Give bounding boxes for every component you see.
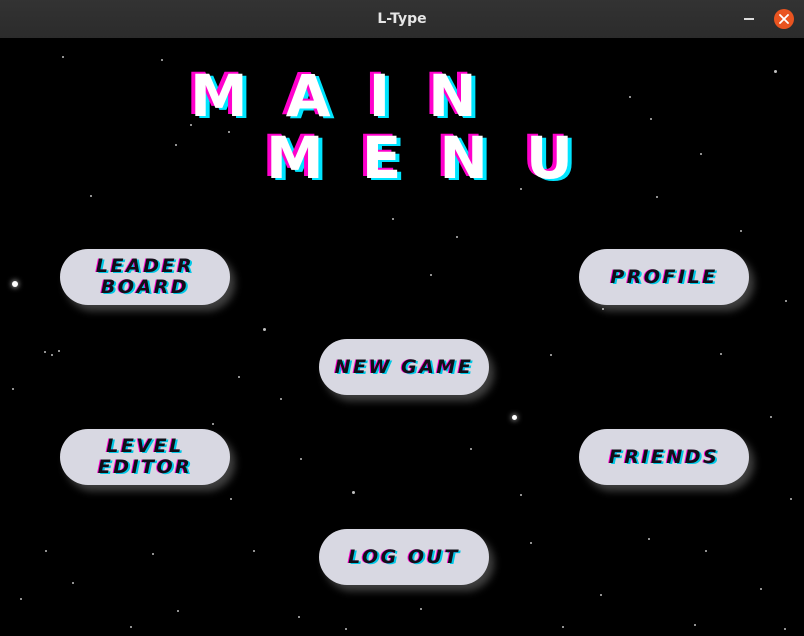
star	[530, 542, 532, 544]
log-out-button[interactable]: LOG OUT	[319, 529, 489, 585]
star	[562, 626, 564, 628]
star	[228, 131, 230, 133]
star	[600, 594, 602, 596]
close-icon[interactable]	[774, 9, 794, 29]
minimize-icon[interactable]	[744, 17, 756, 20]
star	[253, 550, 255, 552]
star	[512, 415, 517, 420]
star	[238, 376, 240, 378]
star	[420, 608, 422, 610]
star	[161, 59, 163, 61]
title-bar: L-Type	[0, 0, 804, 39]
main-menu-title-line-2: MENU	[266, 124, 611, 192]
star	[12, 388, 14, 390]
star	[345, 628, 347, 630]
star	[456, 236, 458, 238]
starfield-scene: MAIN MENU LEADER BOARD PROFILE NEW GAME …	[0, 38, 804, 636]
leaderboard-button[interactable]: LEADER BOARD	[60, 249, 230, 305]
star	[20, 598, 22, 600]
star	[58, 350, 60, 352]
game-window: L-Type MAIN MENU LEADER BOARD PROFILE NE…	[0, 0, 804, 636]
star	[784, 628, 786, 630]
star	[770, 416, 772, 418]
star	[175, 144, 177, 146]
star	[430, 274, 432, 276]
friends-button-label: FRIENDS	[608, 445, 720, 468]
star	[12, 281, 18, 287]
window-title: L-Type	[377, 11, 427, 27]
star	[263, 328, 266, 331]
star	[720, 353, 722, 355]
star	[774, 70, 777, 73]
star	[62, 56, 64, 58]
star	[550, 354, 552, 356]
star	[280, 398, 282, 400]
star	[629, 96, 631, 98]
profile-button[interactable]: PROFILE	[579, 249, 749, 305]
star	[44, 351, 46, 353]
star	[352, 491, 355, 494]
star	[656, 196, 658, 198]
star	[177, 610, 179, 612]
log-out-button-label: LOG OUT	[348, 545, 460, 568]
star	[470, 448, 472, 450]
star	[694, 624, 696, 626]
star	[392, 218, 394, 220]
star	[785, 300, 787, 302]
star	[298, 616, 300, 618]
friends-button[interactable]: FRIENDS	[579, 429, 749, 485]
star	[45, 550, 47, 552]
star	[520, 494, 522, 496]
main-menu-title-line-1: MAIN	[190, 62, 515, 130]
profile-button-label: PROFILE	[610, 265, 718, 288]
level-editor-button[interactable]: LEVEL EDITOR	[60, 429, 230, 485]
star	[760, 588, 762, 590]
new-game-button-label: NEW GAME	[334, 355, 474, 378]
star	[51, 354, 53, 356]
star	[700, 153, 702, 155]
leaderboard-button-label: LEADER BOARD	[95, 255, 195, 298]
level-editor-button-label: LEVEL EDITOR	[97, 435, 193, 478]
star	[212, 423, 214, 425]
new-game-button[interactable]: NEW GAME	[319, 339, 489, 395]
star	[152, 553, 154, 555]
star	[705, 550, 707, 552]
star	[300, 458, 302, 460]
star	[230, 498, 232, 500]
star	[740, 230, 742, 232]
star	[90, 195, 92, 197]
star	[602, 308, 604, 310]
star	[790, 498, 792, 500]
star	[72, 582, 74, 584]
star	[650, 118, 652, 120]
star	[130, 626, 132, 628]
star	[648, 538, 650, 540]
